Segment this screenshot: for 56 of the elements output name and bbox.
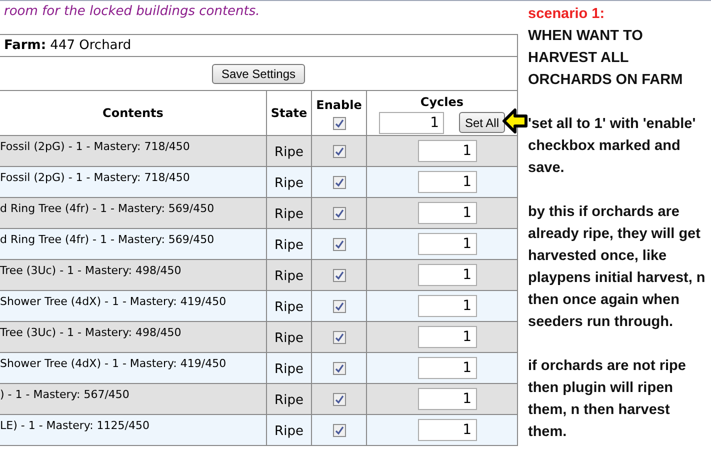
annotation-paragraph: by this if orchards are already ripe, they will get harvested once, like playpens initial harvest, n then once again when seeders run through. xyxy=(528,203,706,332)
cycles-field[interactable]: 1 xyxy=(418,419,476,441)
cycles-field[interactable]: 1 xyxy=(418,202,476,224)
annotation-paragraph: if orchards are not ripe then plugin will ripen them, n then harvest them. xyxy=(528,357,687,442)
checkbox[interactable] xyxy=(332,424,346,436)
column-header: Contents xyxy=(102,105,164,122)
checkbox[interactable] xyxy=(332,238,346,250)
cycles-field[interactable]: 1 xyxy=(418,264,476,286)
farm-label: Farm: 447 Orchard xyxy=(4,36,132,55)
annotation-paragraph: 'set all to 1' with 'enable' checkbox marked and save. xyxy=(528,115,697,178)
cycles-field[interactable]: 1 xyxy=(418,388,476,410)
table-cell: Fossil (2pG) - 1 - Mastery: 718/450 xyxy=(0,140,190,153)
annotation-heading: scenario 1: xyxy=(528,5,606,24)
table-cell-text: Ripe xyxy=(274,299,304,318)
set-all-button[interactable]: Set All xyxy=(458,112,506,133)
column-header: Enable xyxy=(316,97,362,114)
table-cell: Fossil (2pG) - 1 - Mastery: 718/450 xyxy=(0,171,190,184)
arrow-icon xyxy=(502,108,528,134)
cycles-field[interactable]: 1 xyxy=(418,326,476,348)
table-cell: Shower Tree (4dX) - 1 - Mastery: 419/450 xyxy=(0,357,226,370)
table-cell-text: Ripe xyxy=(274,237,304,256)
annotation-paragraph: WHEN WANT TO HARVEST ALL ORCHARDS ON FARM xyxy=(528,27,684,90)
checkbox[interactable] xyxy=(332,176,346,188)
checkbox[interactable] xyxy=(332,268,346,282)
table-cell-text: Ripe xyxy=(274,175,304,194)
table-cell: Tree (3Uc) - 1 - Mastery: 498/450 xyxy=(0,326,182,339)
table-cell-text: Ripe xyxy=(274,423,304,442)
table-cell: d Ring Tree (4fr) - 1 - Mastery: 569/450 xyxy=(0,202,214,215)
table-cell: Tree (3Uc) - 1 - Mastery: 498/450 xyxy=(0,264,182,277)
cycles-field[interactable]: 1 xyxy=(418,233,476,255)
checkbox[interactable] xyxy=(332,392,346,406)
checkbox[interactable] xyxy=(332,144,346,158)
table-cell: ) - 1 - Mastery: 567/450 xyxy=(0,388,130,401)
table-cell-text: Ripe xyxy=(274,268,304,286)
cycles-field[interactable]: 1 xyxy=(418,295,476,317)
column-header: Cycles xyxy=(420,94,464,110)
note-text: room for the locked buildings contents. xyxy=(3,3,261,21)
cycles-field[interactable]: 1 xyxy=(418,357,476,379)
table-cell: d Ring Tree (4fr) - 1 - Mastery: 569/450 xyxy=(0,233,214,246)
checkbox[interactable] xyxy=(332,330,346,344)
cycles-all-field[interactable]: 1 xyxy=(378,112,444,134)
table-cell-text: Ripe xyxy=(274,206,304,224)
checkbox[interactable] xyxy=(332,362,346,374)
column-header: State xyxy=(270,105,308,122)
checkbox[interactable] xyxy=(332,300,346,312)
table-cell-text: Ripe xyxy=(274,144,304,162)
cycles-field[interactable]: 1 xyxy=(418,140,476,162)
table-cell-text: Ripe xyxy=(274,330,304,348)
cycles-field[interactable]: 1 xyxy=(418,171,476,193)
save-settings-button[interactable]: Save Settings xyxy=(212,64,305,84)
checkbox[interactable] xyxy=(332,206,346,220)
table-cell-text: Ripe xyxy=(274,361,304,380)
checkbox[interactable] xyxy=(332,117,346,130)
table-cell: Shower Tree (4dX) - 1 - Mastery: 419/450 xyxy=(0,295,226,308)
table-cell: LE) - 1 - Mastery: 1125/450 xyxy=(0,419,150,432)
table-cell-text: Ripe xyxy=(274,392,304,410)
